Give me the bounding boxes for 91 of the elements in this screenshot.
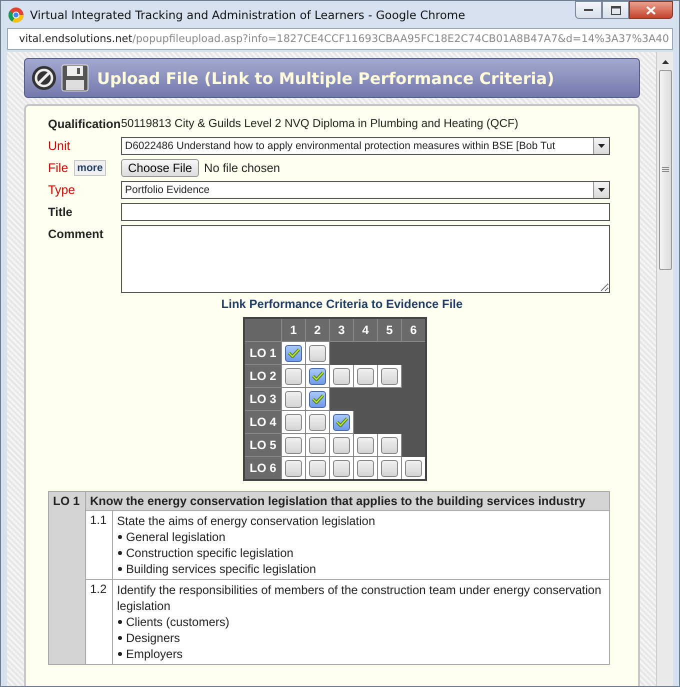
save-icon[interactable] <box>61 64 89 92</box>
checkbox[interactable] <box>381 460 398 476</box>
bullet-icon <box>118 636 122 640</box>
checkbox[interactable] <box>309 368 326 384</box>
window-title: Virtual Integrated Tracking and Administration of Learners - Google Chrome <box>30 8 466 22</box>
minimize-button[interactable] <box>575 1 602 19</box>
field-label: File <box>48 160 68 177</box>
file-status: No file chosen <box>204 161 280 175</box>
checkbox[interactable] <box>381 436 398 454</box>
criterion-point: Building services specific legislation <box>126 561 316 577</box>
qualification-value: 50119813 City & Guilds Level 2 NVQ Diploma in Plumbing and Heating (QCF) <box>121 117 518 132</box>
scrollbar[interactable] <box>656 52 673 686</box>
checkmark-icon <box>312 371 324 381</box>
checkbox[interactable] <box>381 368 398 384</box>
criterion-point: General legislation <box>126 529 226 545</box>
outcome-title: Know the energy conservation legislation that applies to the building services industry <box>86 492 610 510</box>
checkbox[interactable] <box>357 460 374 476</box>
criterion-text: Identify the responsibilities of members of the construction team under energy conservation legislation <box>117 582 602 614</box>
checkbox[interactable] <box>285 368 302 384</box>
row-header: LO 1 <box>244 342 282 364</box>
close-button[interactable] <box>629 1 673 19</box>
field-label: Qualification <box>48 116 121 133</box>
column-header: 2 <box>306 318 330 342</box>
checkbox[interactable] <box>333 414 350 430</box>
checkbox[interactable] <box>285 414 302 430</box>
checkbox[interactable] <box>333 368 350 384</box>
grip-icon <box>662 167 668 173</box>
checkbox[interactable] <box>309 414 326 430</box>
criterion-text: State the aims of energy conservation legislation <box>117 513 376 529</box>
maximize-button[interactable] <box>602 1 629 19</box>
criterion-point: Construction specific legislation <box>126 545 294 561</box>
column-header: 4 <box>354 318 378 342</box>
checkbox[interactable] <box>285 390 302 408</box>
column-header: 5 <box>378 318 402 342</box>
checkbox[interactable] <box>285 436 302 454</box>
dropdown-field[interactable]: Portfolio Evidence <box>121 181 610 199</box>
row-header: LO 6 <box>244 456 282 480</box>
checkbox[interactable] <box>333 436 350 454</box>
checkmark-icon <box>312 394 324 404</box>
row-header: LO 3 <box>244 388 282 410</box>
row-header: LO 4 <box>244 410 282 434</box>
bullet-icon <box>118 551 122 555</box>
column-header: 1 <box>282 318 306 342</box>
more-button[interactable]: more <box>74 160 106 176</box>
checkbox[interactable] <box>405 460 422 476</box>
dropdown-field[interactable]: D6022486 Understand how to apply environmental protection measures within BSE [Bob Tut <box>121 137 610 155</box>
field-label: Type <box>48 182 76 199</box>
row-header: LO 2 <box>244 364 282 388</box>
checkbox[interactable] <box>285 460 302 476</box>
url-text: vital.endsolutions.net/popupfileupload.asp?info=1827CE4CCF11693CBAA95FC18E2C74CB01A8B47A7&d=14%3A37%3A40 <box>19 33 670 45</box>
criterion-point: Designers <box>126 630 180 646</box>
bullet-icon <box>118 620 122 624</box>
bullet-icon <box>118 535 122 539</box>
bullet-icon <box>118 652 122 656</box>
criterion-number: 1.1 <box>86 510 112 580</box>
close-icon <box>646 6 656 14</box>
criterion-point: Clients (customers) <box>126 614 230 630</box>
checkbox[interactable] <box>285 344 302 362</box>
scroll-thumb[interactable] <box>658 70 672 270</box>
column-header: 3 <box>330 318 354 342</box>
field-label: Comment <box>48 226 104 243</box>
title-input[interactable] <box>121 203 610 221</box>
field-label: Title <box>48 204 72 221</box>
choose-file-button[interactable]: Choose File <box>121 159 200 177</box>
row-header: LO 5 <box>244 434 282 456</box>
checkbox[interactable] <box>309 436 326 454</box>
address-bar[interactable]: vital.endsolutions.net/popupfileupload.asp?info=1827CE4CCF11693CBAA95FC18E2C74CB01A8B47A7&d=14%3A37%3A40 <box>7 28 673 50</box>
dialog-title: Upload File (Link to Multiple Performance Criteria) <box>97 68 554 88</box>
checkbox[interactable] <box>309 344 326 362</box>
comment-textarea[interactable] <box>121 225 610 293</box>
scroll-up-icon <box>662 60 668 64</box>
column-header: 6 <box>402 318 426 342</box>
checkbox[interactable] <box>309 460 326 476</box>
checkmark-icon <box>288 348 300 358</box>
field-label: Unit <box>48 138 70 155</box>
maximize-icon <box>610 6 620 14</box>
checkmark-icon <box>336 417 348 427</box>
dropdown-arrow-icon <box>598 188 605 192</box>
criterion-number: 1.2 <box>86 580 112 664</box>
criterion-point: Employers <box>126 646 183 662</box>
checkbox[interactable] <box>357 368 374 384</box>
checkbox[interactable] <box>357 436 374 454</box>
minimize-icon <box>584 8 594 12</box>
checkbox[interactable] <box>333 460 350 476</box>
checkbox[interactable] <box>309 390 326 408</box>
dropdown-arrow-icon <box>598 144 605 148</box>
cancel-icon[interactable] <box>31 65 57 91</box>
grid-title: Link Performance Criteria to Evidence File <box>220 297 464 311</box>
bullet-icon <box>118 567 122 571</box>
outcome-label: LO 1 <box>48 492 86 664</box>
browser-logo-icon <box>8 6 24 22</box>
